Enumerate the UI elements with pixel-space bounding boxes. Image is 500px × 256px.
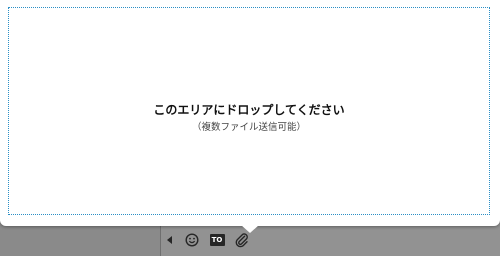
- file-drop-popup: このエリアにドロップしてください （複数ファイル送信可能）: [0, 0, 500, 226]
- drop-instruction-text: このエリアにドロップしてください: [153, 103, 345, 117]
- emoji-button[interactable]: [181, 229, 203, 251]
- attach-file-button[interactable]: [231, 229, 253, 251]
- to-label: TO: [209, 234, 225, 246]
- file-drop-zone[interactable]: このエリアにドロップしてください （複数ファイル送信可能）: [8, 7, 490, 215]
- chat-toolbar: TO: [162, 229, 253, 251]
- panel-divider: [160, 226, 161, 256]
- caret-left-icon[interactable]: [162, 229, 178, 251]
- multiple-files-note: （複数ファイル送信可能）: [191, 122, 306, 133]
- smiley-icon: [185, 233, 199, 247]
- paperclip-icon: [235, 232, 248, 247]
- to-mention-button[interactable]: TO: [206, 229, 228, 251]
